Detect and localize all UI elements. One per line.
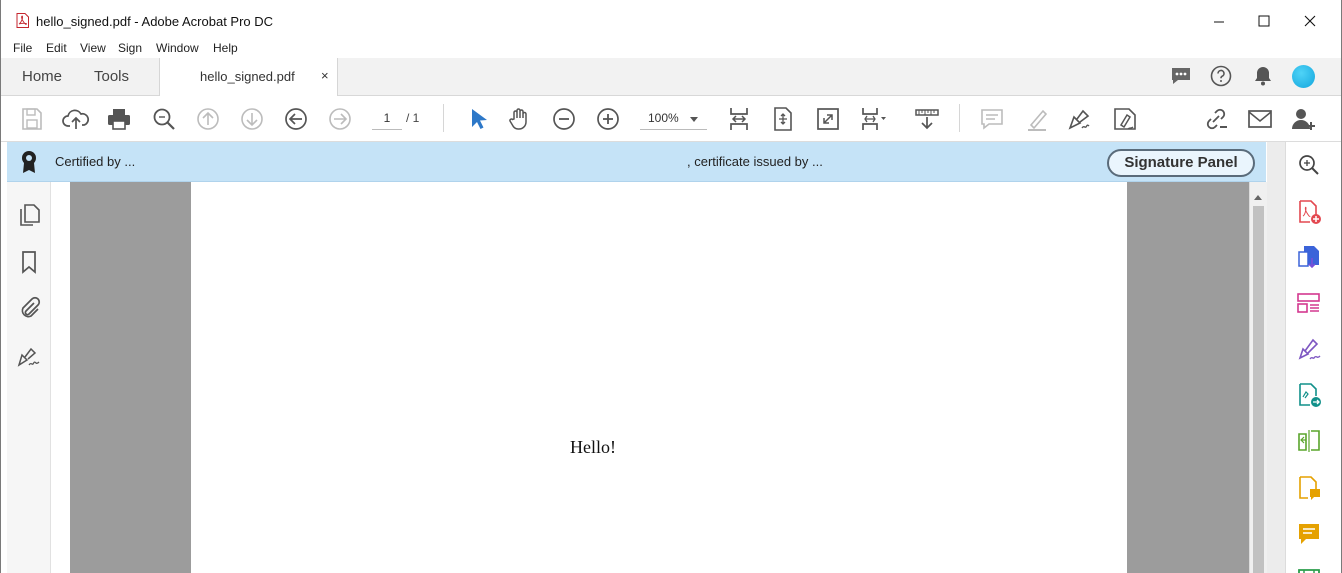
chevron-down-icon bbox=[690, 117, 698, 122]
pdf-file-icon bbox=[16, 13, 29, 28]
organize-pages-icon[interactable] bbox=[1296, 290, 1322, 316]
print-icon[interactable] bbox=[105, 105, 133, 133]
user-avatar[interactable] bbox=[1292, 65, 1315, 88]
close-tab-button[interactable]: × bbox=[321, 68, 329, 83]
certified-badge-icon bbox=[20, 150, 38, 179]
comment-icon[interactable] bbox=[978, 105, 1006, 133]
certified-by-text: Certified by ... bbox=[55, 154, 136, 169]
next-page-down-icon[interactable] bbox=[238, 105, 266, 133]
tab-home[interactable]: Home bbox=[22, 68, 62, 85]
minimize-button[interactable] bbox=[1199, 8, 1239, 34]
fill-and-sign-icon[interactable] bbox=[1296, 336, 1322, 362]
zoom-out-icon[interactable] bbox=[550, 105, 578, 133]
full-screen-icon[interactable] bbox=[814, 105, 842, 133]
maximize-button[interactable] bbox=[1244, 8, 1284, 34]
chat-icon[interactable] bbox=[1169, 64, 1193, 88]
comment-tool-icon[interactable] bbox=[1296, 521, 1322, 547]
toolbar-divider bbox=[443, 104, 444, 132]
close-icon bbox=[1304, 15, 1316, 27]
menu-sign[interactable]: Sign bbox=[118, 41, 142, 55]
toolbar-divider bbox=[959, 104, 960, 132]
fill-sign-icon[interactable] bbox=[1067, 105, 1095, 133]
forward-icon[interactable] bbox=[326, 105, 354, 133]
tab-document[interactable]: hello_signed.pdf × bbox=[159, 58, 338, 97]
document-tab-label: hello_signed.pdf bbox=[200, 69, 295, 84]
page-text: Hello! bbox=[570, 437, 616, 457]
send-for-signature-icon[interactable] bbox=[1296, 382, 1322, 408]
scroll-up-arrow-icon[interactable] bbox=[1254, 195, 1262, 200]
page-thumbnails-icon[interactable] bbox=[16, 202, 42, 228]
search-icon[interactable] bbox=[150, 105, 178, 133]
right-tools-pane bbox=[1285, 142, 1341, 573]
close-window-button[interactable] bbox=[1290, 8, 1330, 34]
request-esignatures-icon[interactable] bbox=[1296, 475, 1322, 501]
pdf-page[interactable]: Hello! bbox=[191, 182, 1127, 573]
create-pdf-icon[interactable] bbox=[1296, 199, 1322, 225]
prev-page-up-icon[interactable] bbox=[194, 105, 222, 133]
select-cursor-icon[interactable] bbox=[463, 105, 491, 133]
export-pdf-icon[interactable] bbox=[1296, 244, 1322, 270]
menu-window[interactable]: Window bbox=[156, 41, 199, 55]
window-title: hello_signed.pdf - Adobe Acrobat Pro DC bbox=[36, 14, 274, 29]
signature-banner: Certified by ... , certificate issued by… bbox=[7, 142, 1266, 182]
compare-files-icon[interactable] bbox=[1296, 428, 1322, 454]
zoom-value: 100% bbox=[648, 111, 679, 125]
scan-ocr-icon[interactable] bbox=[1296, 564, 1322, 573]
upload-icon[interactable] bbox=[62, 105, 90, 133]
attachment-icon[interactable] bbox=[16, 294, 42, 320]
help-icon[interactable] bbox=[1209, 64, 1233, 88]
signature-panel-button[interactable]: Signature Panel bbox=[1107, 149, 1255, 177]
menu-view[interactable]: View bbox=[80, 41, 106, 55]
menu-help[interactable]: Help bbox=[213, 41, 238, 55]
back-icon[interactable] bbox=[282, 105, 310, 133]
signatures-icon[interactable] bbox=[16, 343, 42, 369]
share-link-icon[interactable] bbox=[1202, 105, 1230, 133]
acrobat-window: hello_signed.pdf - Adobe Acrobat Pro DC … bbox=[0, 0, 1342, 573]
email-icon[interactable] bbox=[1246, 105, 1274, 133]
main-toolbar: 1 / 1 100% bbox=[1, 96, 1341, 142]
bookmark-icon[interactable] bbox=[16, 249, 42, 275]
search-tools-icon[interactable] bbox=[1296, 152, 1322, 178]
scrollbar-thumb[interactable] bbox=[1253, 206, 1264, 573]
minimize-icon bbox=[1214, 21, 1224, 23]
document-viewport[interactable]: Hello! bbox=[70, 182, 1249, 573]
protect-sign-icon[interactable] bbox=[1111, 105, 1139, 133]
page-total: / 1 bbox=[406, 111, 420, 125]
add-user-icon[interactable] bbox=[1290, 105, 1318, 133]
certificate-issued-by-text: , certificate issued by ... bbox=[687, 154, 823, 169]
left-navigation-pane bbox=[7, 182, 51, 573]
hand-icon[interactable] bbox=[506, 105, 534, 133]
save-icon[interactable] bbox=[18, 105, 46, 133]
zoom-select[interactable]: 100% bbox=[640, 108, 707, 130]
menu-file[interactable]: File bbox=[13, 41, 32, 55]
title-bar: hello_signed.pdf - Adobe Acrobat Pro DC bbox=[1, 0, 1341, 38]
highlight-icon[interactable] bbox=[1023, 105, 1051, 133]
zoom-in-icon[interactable] bbox=[594, 105, 622, 133]
fit-width-icon[interactable] bbox=[725, 105, 753, 133]
page-display-icon[interactable] bbox=[858, 105, 886, 133]
scroll-mode-icon[interactable] bbox=[913, 105, 941, 133]
pane-divider bbox=[1267, 142, 1285, 573]
bell-icon[interactable] bbox=[1251, 64, 1275, 88]
menu-edit[interactable]: Edit bbox=[46, 41, 67, 55]
page-number-input[interactable]: 1 bbox=[372, 108, 402, 130]
tab-tools[interactable]: Tools bbox=[94, 68, 129, 85]
maximize-icon bbox=[1258, 15, 1270, 27]
menu-bar: File Edit View Sign Window Help bbox=[1, 38, 1341, 58]
tabs-bar: Home Tools hello_signed.pdf × bbox=[1, 58, 1341, 97]
vertical-scrollbar[interactable] bbox=[1249, 182, 1267, 573]
fit-page-icon[interactable] bbox=[769, 105, 797, 133]
